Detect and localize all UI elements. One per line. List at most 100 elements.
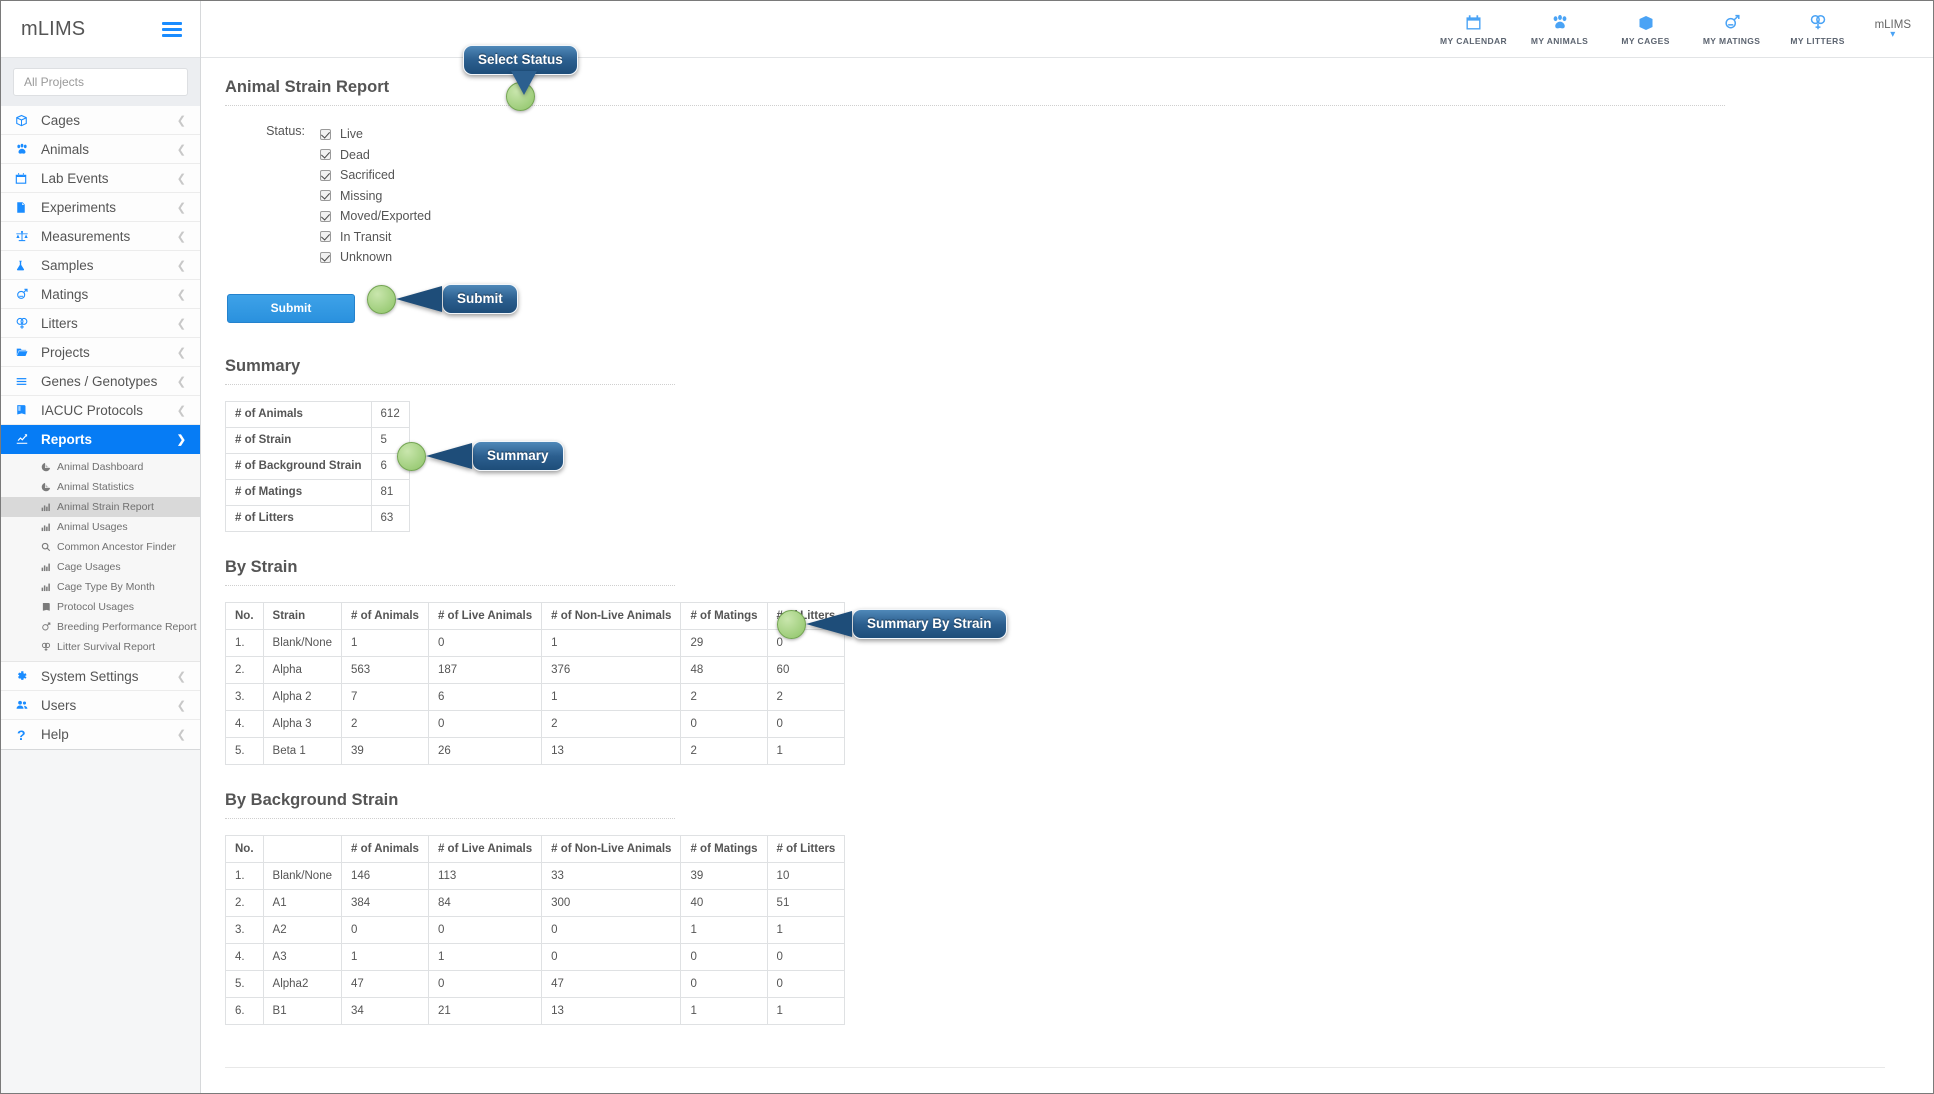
submenu-item-litter-survival-report[interactable]: Litter Survival Report <box>1 637 200 657</box>
cell-nonlive[interactable]: 1 <box>541 682 682 711</box>
cell-animals[interactable]: 146 <box>341 861 429 890</box>
cell-litters[interactable]: 1 <box>766 915 846 944</box>
cell-matings[interactable]: 39 <box>680 861 768 890</box>
status-option-dead[interactable]: Dead <box>320 145 431 166</box>
cell-animals[interactable]: 2 <box>341 709 429 738</box>
checkbox[interactable] <box>320 149 331 161</box>
submenu-item-common-ancestor-finder[interactable]: Common Ancestor Finder <box>1 537 200 557</box>
sidebar-item-matings[interactable]: Matings ❮ <box>1 280 200 309</box>
sidebar-item-cages[interactable]: Cages ❮ <box>1 106 200 135</box>
sidebar-item-label: Reports <box>41 431 93 447</box>
status-option-unknown[interactable]: Unknown <box>320 247 431 268</box>
cell-matings[interactable]: 29 <box>680 628 768 657</box>
cell-matings[interactable]: 1 <box>680 915 768 944</box>
cell-matings[interactable]: 40 <box>680 888 768 917</box>
column-header-nonlive: # of Non-Live Animals <box>541 834 682 863</box>
cell-live[interactable]: 26 <box>427 736 543 765</box>
checkbox[interactable] <box>320 128 331 140</box>
cell-live[interactable]: 21 <box>427 996 543 1025</box>
cell-animals[interactable]: 384 <box>341 888 429 917</box>
chevron-left-icon: ❮ <box>176 114 186 127</box>
cell-litters[interactable]: 60 <box>766 655 846 684</box>
topnav-item-my-litters[interactable]: MY LITTERS <box>1775 13 1861 46</box>
submenu-item-cage-usages[interactable]: Cage Usages <box>1 557 200 577</box>
sidebar-item-lab-events[interactable]: Lab Events ❮ <box>1 164 200 193</box>
cell-animals[interactable]: 563 <box>341 655 429 684</box>
cell-litters[interactable]: 10 <box>766 861 846 890</box>
project-filter-input[interactable] <box>13 68 188 96</box>
chevron-left-icon: ❮ <box>176 143 186 156</box>
checkbox[interactable] <box>320 169 331 181</box>
cell-animals[interactable]: 47 <box>341 969 429 998</box>
sidebar-item-help[interactable]: ? Help ❮ <box>1 720 200 749</box>
status-option-missing[interactable]: Missing <box>320 186 431 207</box>
sidebar-item-measurements[interactable]: Measurements ❮ <box>1 222 200 251</box>
cell-matings[interactable]: 1 <box>680 996 768 1025</box>
cell-nonlive[interactable]: 47 <box>541 969 682 998</box>
status-option-moved-exported[interactable]: Moved/Exported <box>320 206 431 227</box>
status-option-sacrificed[interactable]: Sacrificed <box>320 165 431 186</box>
sidebar-item-reports[interactable]: Reports ❯ <box>1 425 200 454</box>
summary-row-value[interactable]: 612 <box>370 400 410 428</box>
sidebar-item-samples[interactable]: Samples ❮ <box>1 251 200 280</box>
topnav-item-my-calendar[interactable]: MY CALENDAR <box>1431 13 1517 46</box>
chevron-down-icon: ▾ <box>1890 29 1896 40</box>
cell-matings[interactable]: 2 <box>680 682 768 711</box>
submenu-item-animal-statistics[interactable]: Animal Statistics <box>1 477 200 497</box>
sidebar-item-system-settings[interactable]: System Settings ❮ <box>1 662 200 691</box>
cell-animals[interactable]: 7 <box>341 682 429 711</box>
cell-live[interactable]: 6 <box>427 682 543 711</box>
checkbox[interactable] <box>320 231 331 243</box>
summary-row-value[interactable]: 81 <box>370 478 410 506</box>
cell-live: 0 <box>427 915 543 944</box>
submenu-item-animal-strain-report[interactable]: Animal Strain Report <box>1 497 200 517</box>
topnav-item-my-animals[interactable]: MY ANIMALS <box>1517 13 1603 46</box>
checkbox[interactable] <box>320 251 331 263</box>
sidebar-item-projects[interactable]: Projects ❮ <box>1 338 200 367</box>
sidebar-item-users[interactable]: Users ❮ <box>1 691 200 720</box>
checkbox[interactable] <box>320 190 331 202</box>
status-option-live[interactable]: Live <box>320 124 431 145</box>
submenu-item-animal-dashboard[interactable]: Animal Dashboard <box>1 457 200 477</box>
checkbox[interactable] <box>320 210 331 222</box>
cell-animals[interactable]: 1 <box>341 942 429 971</box>
cell-animals[interactable]: 1 <box>341 628 429 657</box>
paw-icon <box>15 143 41 156</box>
cell-matings[interactable]: 48 <box>680 655 768 684</box>
submenu-item-animal-usages[interactable]: Animal Usages <box>1 517 200 537</box>
submenu-item-protocol-usages[interactable]: Protocol Usages <box>1 597 200 617</box>
cell-matings[interactable]: 2 <box>680 736 768 765</box>
summary-row-value[interactable]: 63 <box>370 504 410 532</box>
topnav-item-my-matings[interactable]: MY MATINGS <box>1689 13 1775 46</box>
sidebar-item-animals[interactable]: Animals ❮ <box>1 135 200 164</box>
topnav-item-my-cages[interactable]: MY CAGES <box>1603 13 1689 46</box>
sidebar-item-litters[interactable]: Litters ❮ <box>1 309 200 338</box>
cell-nonlive[interactable]: 376 <box>541 655 682 684</box>
cell-litters[interactable]: 2 <box>766 682 846 711</box>
cell-animals[interactable]: 39 <box>341 736 429 765</box>
cell-nonlive[interactable]: 13 <box>541 736 682 765</box>
cell-nonlive[interactable]: 2 <box>541 709 682 738</box>
hamburger-icon[interactable] <box>162 19 182 40</box>
chevron-left-icon: ❮ <box>176 346 186 359</box>
cell-litters[interactable]: 1 <box>766 736 846 765</box>
cell-litters[interactable]: 51 <box>766 888 846 917</box>
sidebar-item-genes-genotypes[interactable]: Genes / Genotypes ❮ <box>1 367 200 396</box>
submenu-item-cage-type-by-month[interactable]: Cage Type By Month <box>1 577 200 597</box>
cell-litters[interactable]: 1 <box>766 996 846 1025</box>
cell-live[interactable]: 1 <box>427 942 543 971</box>
sidebar-item-iacuc-protocols[interactable]: IACUC Protocols ❮ <box>1 396 200 425</box>
cell-animals[interactable]: 34 <box>341 996 429 1025</box>
cell-nonlive[interactable]: 1 <box>541 628 682 657</box>
cell-nonlive[interactable]: 13 <box>541 996 682 1025</box>
status-option-in-transit[interactable]: In Transit <box>320 227 431 248</box>
cell-nonlive[interactable]: 300 <box>541 888 682 917</box>
cell-nonlive[interactable]: 33 <box>541 861 682 890</box>
cell-live[interactable]: 84 <box>427 888 543 917</box>
submit-button[interactable]: Submit <box>227 293 355 323</box>
cell-live[interactable]: 113 <box>427 861 543 890</box>
submenu-item-breeding-performance-report[interactable]: Breeding Performance Report <box>1 617 200 637</box>
sidebar-item-experiments[interactable]: Experiments ❮ <box>1 193 200 222</box>
user-menu[interactable]: mLIMS ▾ <box>1875 19 1911 40</box>
cell-live[interactable]: 187 <box>427 655 543 684</box>
